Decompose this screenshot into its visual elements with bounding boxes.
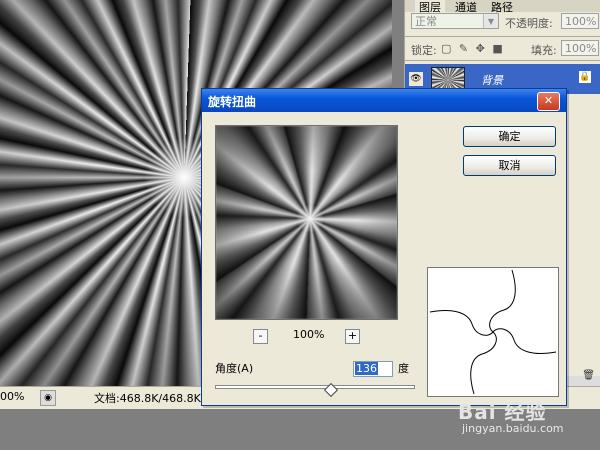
zoom-out-button[interactable]: - [253, 329, 268, 344]
divider [405, 36, 600, 37]
preview-shading [216, 126, 397, 319]
close-icon: ✕ [543, 94, 554, 107]
fill-input[interactable]: 100% [561, 40, 599, 56]
angle-slider-track[interactable] [215, 385, 415, 389]
lock-options: ▢ ✎ ✥ ■ [441, 42, 505, 55]
layer-name: 背景 [481, 74, 503, 87]
close-button[interactable]: ✕ [537, 92, 560, 111]
degree-label: 度 [398, 362, 409, 375]
lock-paint-icon[interactable]: ✎ [459, 42, 470, 55]
navigator-icon[interactable]: ◉ [40, 390, 56, 406]
eye-icon[interactable]: 👁 [409, 72, 423, 86]
twirl-dialog: 旋转扭曲 ✕ - 100% + 角度(A) 136 度 确定 取消 [201, 88, 567, 406]
watermark-url: jingyan.baidu.com [462, 422, 564, 435]
ok-button[interactable]: 确定 [463, 126, 556, 147]
blend-mode-select[interactable]: 正常 ▼ [411, 13, 499, 29]
divider [405, 60, 600, 61]
lock-transparency-icon[interactable]: ▢ [441, 42, 453, 55]
twirl-curve-graphic [429, 269, 557, 395]
twirl-curve-preview [427, 267, 559, 397]
lock-label: 锁定: [411, 44, 437, 57]
angle-input[interactable]: 136 [353, 361, 393, 377]
trash-icon[interactable]: 🗑 [582, 370, 595, 381]
angle-label: 角度(A) [215, 362, 254, 375]
document-info: 文档:468.8K/468.8K [94, 392, 201, 405]
watermark: Bai 经验 jingyan.baidu.com [458, 396, 600, 440]
panel-tabs: 图层 通道 路径 [405, 0, 600, 15]
zoom-in-button[interactable]: + [345, 329, 360, 344]
fill-label: 填充: [531, 44, 557, 57]
opacity-input[interactable]: 100% [561, 13, 599, 29]
lock-all-icon[interactable]: ■ [492, 42, 504, 55]
preview-zoom-value: 100% [293, 328, 325, 341]
lock-move-icon[interactable]: ✥ [476, 42, 487, 55]
dialog-titlebar[interactable]: 旋转扭曲 ✕ [202, 89, 566, 112]
cancel-button[interactable]: 取消 [463, 155, 556, 176]
blend-mode-value: 正常 [415, 15, 437, 28]
lock-icon: 🔒 [579, 71, 591, 83]
watermark-logo: Bai 经验 [458, 400, 547, 424]
angle-value: 136 [355, 362, 378, 375]
opacity-label: 不透明度: [505, 17, 553, 30]
filter-preview[interactable] [215, 125, 398, 320]
zoom-readout[interactable]: 00% [0, 390, 24, 403]
chevron-down-icon: ▼ [483, 14, 498, 28]
dialog-title: 旋转扭曲 [208, 95, 257, 109]
